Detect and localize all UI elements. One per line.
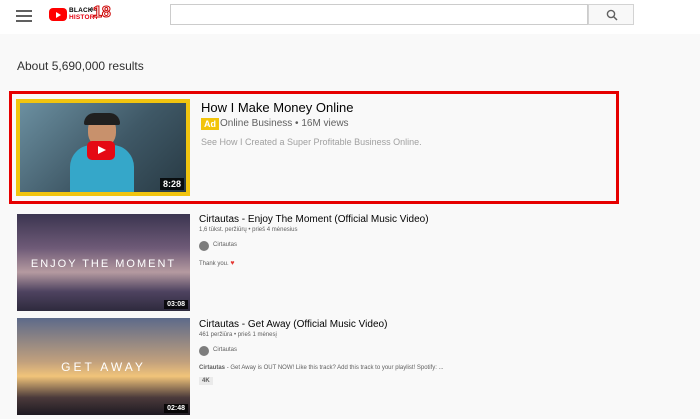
video-stats: 461 peržiūra • prieš 1 mėnesį xyxy=(199,332,277,338)
quality-badge: 4K xyxy=(199,377,213,385)
video-thumbnail[interactable]: ENJOY THE MOMENT 03:08 xyxy=(17,214,190,311)
video-title[interactable]: Cirtautas - Enjoy The Moment (Official M… xyxy=(199,214,429,225)
channel-avatar xyxy=(199,241,209,251)
video-thumbnail[interactable]: GET AWAY 02:48 xyxy=(17,318,190,415)
menu-icon[interactable] xyxy=(16,10,32,22)
search-input[interactable] xyxy=(170,4,588,25)
ad-thumbnail[interactable]: 8:28 xyxy=(16,99,190,196)
ad-meta: Online Business • 16M views xyxy=(220,118,349,129)
play-icon[interactable] xyxy=(87,141,115,160)
thumbnail-text: GET AWAY xyxy=(61,360,146,374)
video-description: Thank you. ♥ xyxy=(199,260,235,267)
search-icon xyxy=(606,9,618,21)
channel-name: Cirtautas xyxy=(213,347,238,353)
heart-icon: ♥ xyxy=(230,260,235,267)
channel-name: Cirtautas xyxy=(213,242,238,248)
video-duration: 02:48 xyxy=(164,404,188,413)
channel-avatar xyxy=(199,346,209,356)
youtube-play-icon xyxy=(49,8,67,21)
thumbnail-text: ENJOY THE MOMENT xyxy=(30,258,177,270)
ad-badge: Ad xyxy=(201,118,219,130)
ad-title[interactable]: How I Make Money Online xyxy=(201,100,353,115)
video-duration: 8:28 xyxy=(159,178,184,190)
ad-description: See How I Created a Super Profitable Bus… xyxy=(201,137,422,147)
video-title[interactable]: Cirtautas - Get Away (Official Music Vid… xyxy=(199,319,387,330)
video-duration: 03:08 xyxy=(164,300,188,309)
video-stats: 1,6 tūkst. peržiūrų • prieš 4 mėnesius xyxy=(199,227,298,233)
top-bar: BLACK HISTORY AG 18 xyxy=(0,0,700,34)
video-description: Cirtautas - Get Away is OUT NOW! Like th… xyxy=(199,365,444,371)
result-count: About 5,690,000 results xyxy=(17,59,144,73)
search-button[interactable] xyxy=(588,4,634,25)
logo-number: 18 xyxy=(93,4,112,22)
